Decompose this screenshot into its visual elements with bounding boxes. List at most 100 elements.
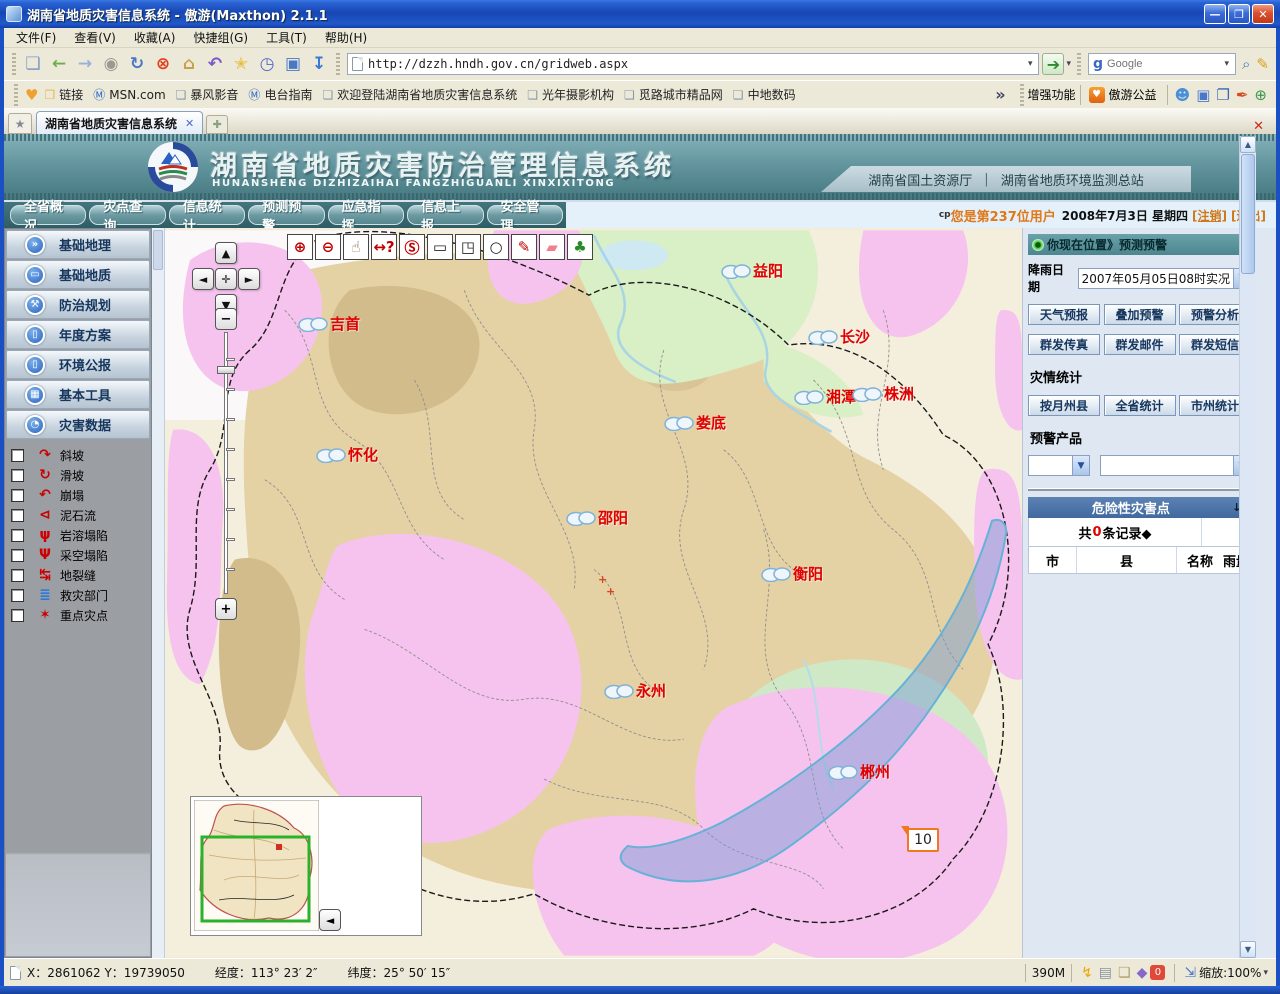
toolbar-button-icon[interactable]: ← — [47, 52, 71, 76]
toolbar-button-icon[interactable]: ▣ — [281, 52, 305, 76]
toolbar-button-icon[interactable]: → — [73, 52, 97, 76]
rain-date-select[interactable]: 2007年05月05日08时实况 ▼ — [1078, 268, 1251, 289]
city-marker[interactable]: 湘潭 — [794, 386, 856, 407]
map-tool-button[interactable]: ◳ — [455, 234, 481, 260]
stats-button[interactable]: 按月州县 — [1028, 395, 1100, 416]
nav-tab[interactable]: 信息上报 — [407, 205, 483, 225]
map-tool-button[interactable]: ⊖ — [315, 234, 341, 260]
menu-item[interactable]: 收藏(A) — [128, 27, 188, 48]
go-button[interactable]: ➔ — [1042, 53, 1064, 75]
city-marker[interactable]: 吉首 — [298, 313, 360, 334]
map-tool-button[interactable]: ⊕ — [287, 234, 313, 260]
sidebar-section-button[interactable]: ▦ 基本工具 — [6, 380, 150, 409]
nav-tab[interactable]: 预测预警 — [248, 205, 324, 225]
sidebar-section-button[interactable]: » 基础地理 — [6, 230, 150, 259]
search-box[interactable]: g ▾ — [1088, 53, 1236, 75]
map-tool-button[interactable]: Ⓢ — [399, 234, 425, 260]
toolbar-button-icon[interactable]: ✭ — [229, 52, 253, 76]
charity-label[interactable]: 傲游公益 — [1109, 86, 1157, 103]
favorites-heart-icon[interactable]: ♥ — [25, 86, 38, 104]
scroll-up-icon[interactable]: ▲ — [1240, 136, 1256, 153]
nav-tab[interactable]: 信息统计 — [169, 205, 245, 225]
layer-checkbox[interactable] — [11, 609, 24, 622]
search-input[interactable] — [1107, 58, 1222, 70]
maxthon-tool-icon[interactable]: ✒ — [1236, 86, 1249, 104]
city-marker[interactable]: 株洲 — [852, 383, 914, 404]
bookmark-item[interactable]: ❏ 暴风影音 — [173, 84, 246, 105]
toolbar-button-icon[interactable]: ◷ — [255, 52, 279, 76]
bookmark-item[interactable]: Ⓜ MSN.com — [90, 84, 172, 105]
maxthon-tool-icon[interactable]: ❐ — [1216, 86, 1229, 104]
warn-button[interactable]: 天气预报 — [1028, 304, 1100, 325]
header-link-land-bureau[interactable]: 湖南省国土资源厅 — [856, 170, 984, 189]
menu-item[interactable]: 工具(T) — [260, 27, 319, 48]
layer-checkbox[interactable] — [11, 449, 24, 462]
warn-button[interactable]: 叠加预警 — [1104, 304, 1176, 325]
new-tab-button[interactable]: ✚ — [206, 115, 228, 134]
layer-checkbox[interactable] — [11, 589, 24, 602]
go-dropdown-icon[interactable]: ▾ — [1064, 59, 1073, 69]
nav-tab[interactable]: 灾点查询 — [89, 205, 165, 225]
plugins-button[interactable]: 增强功能 — [1028, 86, 1076, 103]
map-viewport[interactable]: ⊕⊖☝↔?Ⓢ▭◳○✎▰♣ ▲ ◄ ✛ ► ▼ − + — [165, 228, 1022, 958]
resize-icon[interactable]: ⇲ — [1184, 965, 1196, 981]
city-marker[interactable]: 长沙 — [808, 326, 870, 347]
address-input[interactable] — [368, 57, 1026, 71]
zoom-level[interactable]: 缩放:100% — [1199, 964, 1261, 981]
sidebar-section-button[interactable]: ⚒ 防治规划 — [6, 290, 150, 319]
sidebar-section-button[interactable]: ▯ 年度方案 — [6, 320, 150, 349]
layer-checkbox[interactable] — [11, 469, 24, 482]
restore-button[interactable]: ❐ — [1228, 4, 1250, 24]
map-tool-button[interactable]: ↔? — [371, 234, 397, 260]
popup-blocked-count[interactable]: 0 — [1150, 965, 1165, 980]
menu-item[interactable]: 文件(F) — [10, 27, 68, 48]
chevron-down-icon[interactable]: ▼ — [1072, 456, 1089, 475]
zoom-out-button[interactable]: − — [215, 308, 237, 330]
layer-checkbox[interactable] — [11, 569, 24, 582]
layer-checkbox[interactable] — [11, 529, 24, 542]
overview-back-button[interactable]: ◄ — [319, 909, 341, 931]
toolbar-button-icon[interactable]: ⌂ — [177, 52, 201, 76]
minimize-button[interactable]: — — [1204, 4, 1226, 24]
zoom-handle[interactable] — [217, 366, 235, 374]
tab-active[interactable]: 湖南省地质灾害信息系统 ✕ — [36, 111, 203, 134]
toolbar-button-icon[interactable]: ↧ — [307, 52, 331, 76]
address-bar[interactable]: ▾ — [347, 53, 1039, 75]
map-tool-button[interactable]: ✎ — [511, 234, 537, 260]
bookmark-item[interactable]: ❏ 光年摄影机构 — [524, 84, 621, 105]
printer-icon[interactable]: ▤ — [1099, 965, 1112, 981]
scroll-thumb[interactable] — [1241, 154, 1255, 274]
toolbar-grip[interactable] — [12, 53, 16, 75]
city-marker[interactable]: 永州 — [604, 680, 666, 701]
zoom-in-button[interactable]: + — [215, 598, 237, 620]
bookmark-item[interactable]: Ⓜ 电台指南 — [245, 84, 319, 105]
toolbar-button-icon[interactable]: ↶ — [203, 52, 227, 76]
rainfall-flag-marker[interactable]: 10 — [901, 826, 939, 856]
snap-icon[interactable]: ❏ — [1118, 965, 1131, 981]
sidebar-section-button[interactable]: ▯ 环境公报 — [6, 350, 150, 379]
toolbar-button-icon[interactable]: ⊗ — [151, 52, 175, 76]
tab-list-star-icon[interactable]: ★ — [8, 113, 32, 134]
bookmark-item[interactable]: ❏ 中地数码 — [730, 84, 803, 105]
close-button[interactable]: ✕ — [1252, 4, 1274, 24]
highlighter-icon[interactable]: ✎ — [1256, 55, 1269, 73]
city-marker[interactable]: 邵阳 — [566, 507, 628, 528]
toolbar-button-icon[interactable]: ◉ — [99, 52, 123, 76]
map-tool-button[interactable]: ♣ — [567, 234, 593, 260]
search-engine-icon[interactable]: g — [1093, 56, 1103, 72]
maxthon-tool-icon[interactable]: ⊕ — [1254, 86, 1267, 104]
overview-map[interactable] — [194, 800, 319, 931]
search-dropdown-icon[interactable]: ▾ — [1222, 59, 1231, 69]
maxthon-tool-icon[interactable]: ☻ — [1175, 86, 1191, 104]
sidebar-section-button[interactable]: ▭ 基础地质 — [6, 260, 150, 289]
pan-center-button[interactable]: ✛ — [215, 268, 237, 290]
adhunter-icon[interactable]: ◆ — [1137, 965, 1148, 981]
sidebar-section-button[interactable]: ◔ 灾害数据 — [6, 410, 150, 439]
send-button[interactable]: 群发邮件 — [1104, 334, 1176, 355]
tab-close-icon[interactable]: ✕ — [185, 117, 194, 130]
sidebar-scrollbar[interactable] — [152, 228, 165, 958]
nav-tab[interactable]: 应急指挥 — [328, 205, 404, 225]
bookmark-item[interactable]: ❒ 链接 — [41, 84, 90, 105]
bookmark-item[interactable]: ❏ 觅路城市精品网 — [621, 84, 730, 105]
toolbar-grip[interactable] — [1077, 53, 1081, 75]
